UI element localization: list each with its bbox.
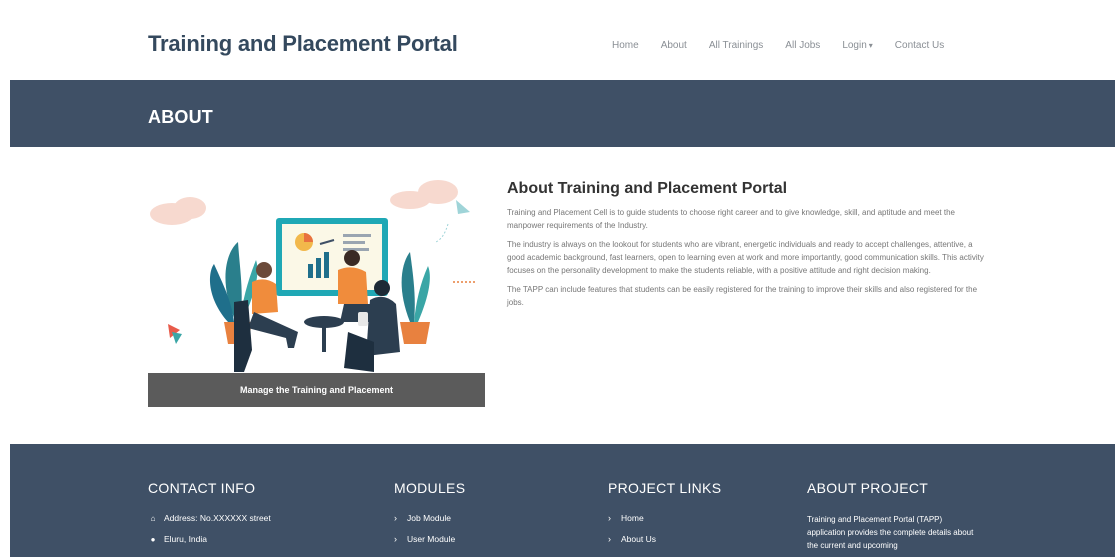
footer-heading: MODULES <box>394 480 466 496</box>
footer-link-label: User Module <box>407 534 456 544</box>
brand-title[interactable]: Training and Placement Portal <box>148 31 458 57</box>
about-content: About Training and Placement Portal Trai… <box>507 180 985 315</box>
about-paragraph: The TAPP can include features that stude… <box>507 285 978 307</box>
home-icon: ⌂ <box>150 513 156 523</box>
page-title: ABOUT <box>148 107 213 127</box>
footer-link-label: Job Module <box>407 513 451 523</box>
paper-plane-icon <box>435 200 470 243</box>
chevron-right-icon: › <box>394 534 397 544</box>
contact-address: ⌂ Address: No.XXXXXX street <box>148 513 271 523</box>
contact-location-text: Eluru, India <box>164 534 207 544</box>
nav-about[interactable]: About <box>661 40 687 51</box>
footer-link-home[interactable]: › Home <box>608 513 721 523</box>
footer-about-project: ABOUT PROJECT Training and Placement Por… <box>807 480 982 552</box>
footer-link-user-module[interactable]: › User Module <box>394 534 465 544</box>
presentation-board <box>276 218 388 296</box>
nav-home[interactable]: Home <box>612 40 639 51</box>
nav-all-trainings[interactable]: All Trainings <box>709 40 763 51</box>
contact-address-text: Address: No.XXXXXX street <box>164 513 271 523</box>
footer-project-links: PROJECT LINKS › Home › About Us <box>608 480 721 555</box>
about-paragraph: Training and Placement Cell is to guide … <box>507 208 955 230</box>
about-paragraph: The industry is always on the lookout fo… <box>507 240 984 275</box>
chevron-down-icon: ▾ <box>868 41 873 50</box>
nav-login-label: Login <box>842 40 867 51</box>
nav-contact-us[interactable]: Contact Us <box>895 40 944 51</box>
about-project-text: Training and Placement Portal (TAPP) app… <box>807 515 974 550</box>
page-banner: ABOUT <box>10 80 1115 147</box>
nav-login-dropdown[interactable]: Login ▾ <box>842 40 872 51</box>
nav-all-jobs[interactable]: All Jobs <box>785 40 820 51</box>
site-header: Training and Placement Portal Home About… <box>0 0 1115 80</box>
footer-link-about-us[interactable]: › About Us <box>608 534 721 544</box>
image-caption: Manage the Training and Placement <box>148 373 485 407</box>
footer-link-label: Home <box>621 513 644 523</box>
footer-contact-info: CONTACT INFO ⌂ Address: No.XXXXXX street… <box>148 480 271 555</box>
chevron-right-icon: › <box>394 513 397 523</box>
main-nav: Home About All Trainings All Jobs Login ▾… <box>612 40 966 51</box>
chevron-right-icon: › <box>608 513 611 523</box>
site-footer: CONTACT INFO ⌂ Address: No.XXXXXX street… <box>10 444 1115 557</box>
footer-link-job-module[interactable]: › Job Module <box>394 513 465 523</box>
chevron-right-icon: › <box>608 534 611 544</box>
footer-link-label: About Us <box>621 534 656 544</box>
about-heading: About Training and Placement Portal <box>507 180 788 197</box>
footer-heading: ABOUT PROJECT <box>807 480 929 496</box>
footer-modules: MODULES › Job Module › User Module <box>394 480 465 555</box>
footer-heading: PROJECT LINKS <box>608 480 722 496</box>
footer-heading: CONTACT INFO <box>148 480 256 496</box>
contact-location: ● Eluru, India <box>148 534 271 544</box>
globe-icon: ● <box>150 534 156 544</box>
